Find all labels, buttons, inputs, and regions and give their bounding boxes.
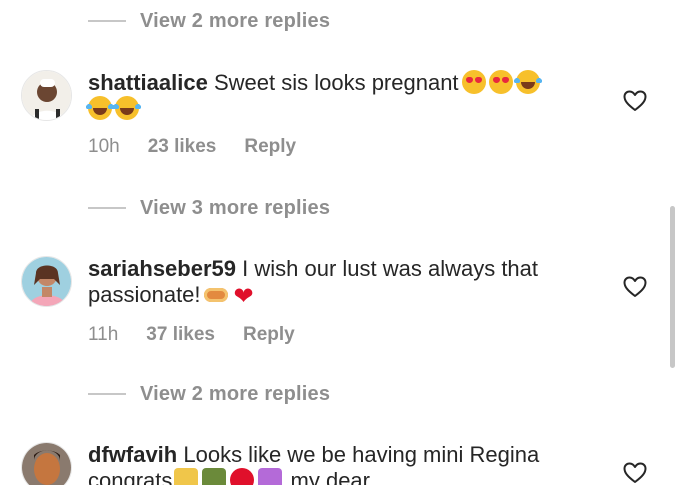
heart-outline-icon[interactable]: [623, 276, 647, 298]
reply-divider-line: [88, 393, 126, 395]
confetti-emoji-icon: [258, 468, 283, 485]
avatar[interactable]: [21, 442, 72, 485]
comment-username[interactable]: sariahseber59: [88, 256, 236, 281]
comments-panel: View 2 more replies shattiaalice Sweet s…: [0, 0, 681, 485]
heart-outline-icon[interactable]: [623, 90, 647, 112]
comment-time: 10h: [88, 136, 120, 157]
comment-text: sariahseber59 I wish our lust was always…: [88, 256, 608, 310]
comment-username[interactable]: shattiaalice: [88, 70, 208, 95]
balloon-emoji-icon: [230, 468, 255, 485]
comment-body-line2-start: congrats: [88, 468, 173, 485]
view-more-replies[interactable]: View 3 more replies: [88, 193, 330, 223]
comment-body-line1: Looks like we be having mini Regina: [183, 442, 540, 467]
view-more-replies-label: View 2 more replies: [140, 382, 331, 405]
comment-username[interactable]: dfwfavih: [88, 442, 177, 467]
avatar[interactable]: [21, 256, 72, 307]
reply-button[interactable]: Reply: [244, 136, 296, 158]
view-more-replies-label: View 3 more replies: [140, 196, 331, 219]
comment-meta: 10h 23 likes Reply: [88, 136, 608, 158]
view-more-replies[interactable]: View 2 more replies: [88, 6, 330, 36]
scrollbar[interactable]: [670, 206, 675, 368]
champagne-emoji-icon: [202, 468, 227, 485]
comment-time: 11h: [88, 324, 119, 345]
avatar[interactable]: [21, 70, 72, 121]
heart-eyes-emoji-icon: [488, 70, 513, 94]
comment-text: dfwfavih Looks like we be having mini Re…: [88, 442, 608, 485]
reply-button[interactable]: Reply: [243, 324, 295, 346]
laughing-emoji-icon: [113, 96, 141, 120]
hotdog-emoji-icon: [203, 288, 228, 302]
comment-meta: 11h 37 likes Reply: [88, 324, 608, 346]
comment-text: shattiaalice Sweet sis looks pregnant: [86, 70, 608, 122]
laughing-emoji-icon: [86, 96, 114, 120]
reply-divider-line: [88, 20, 126, 22]
comment-likes[interactable]: 23 likes: [148, 136, 217, 158]
red-heart-emoji-icon: ❤: [233, 283, 254, 310]
view-more-replies[interactable]: View 2 more replies: [88, 379, 330, 409]
comment-body-line2-end: my dear: [290, 468, 370, 485]
party-popper-emoji-icon: [174, 468, 199, 485]
comment-body: Sweet sis looks pregnant: [213, 70, 459, 95]
laughing-emoji-icon: [513, 70, 542, 94]
heart-outline-icon[interactable]: [623, 462, 647, 484]
comment-likes[interactable]: 37 likes: [146, 324, 215, 346]
heart-eyes-emoji-icon: [461, 70, 486, 94]
reply-divider-line: [88, 207, 126, 209]
view-more-replies-label: View 2 more replies: [140, 9, 331, 32]
